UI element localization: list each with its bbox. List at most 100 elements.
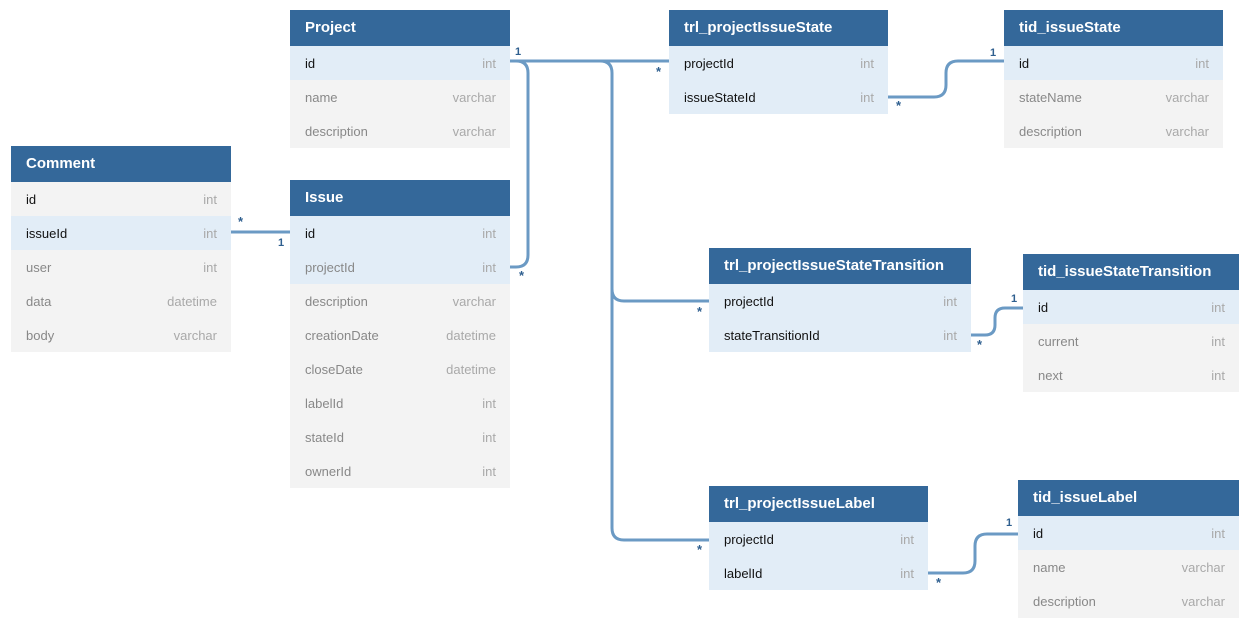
column-row[interactable]: id int — [290, 216, 510, 250]
table-tid-issue-state[interactable]: tid_issueState id int stateName varchar … — [1004, 10, 1223, 148]
table-header[interactable]: trl_projectIssueLabel — [709, 486, 928, 522]
card-issue-id: 1 — [278, 237, 284, 249]
column-row[interactable]: stateName varchar — [1004, 80, 1223, 114]
column-row[interactable]: creationDate datetime — [290, 318, 510, 352]
table-issue[interactable]: Issue id int projectId int description v… — [290, 180, 510, 488]
card-issue-projectid: * — [519, 268, 525, 283]
column-type: int — [943, 327, 957, 343]
link-issue-state[interactable] — [886, 59, 1006, 99]
column-name: next — [1038, 367, 1063, 383]
table-header[interactable]: Comment — [11, 146, 231, 182]
card-state-id: 1 — [990, 47, 996, 59]
column-row[interactable]: current int — [1023, 324, 1239, 358]
column-name: id — [1038, 299, 1049, 315]
column-row[interactable]: name varchar — [290, 80, 510, 114]
column-row[interactable]: projectId int — [290, 250, 510, 284]
table-tid-issue-label[interactable]: tid_issueLabel id int name varchar descr… — [1018, 480, 1239, 618]
column-name: description — [1033, 593, 1096, 609]
column-row[interactable]: ownerId int — [290, 454, 510, 488]
column-type: varchar — [1181, 559, 1225, 575]
column-row[interactable]: closeDate datetime — [290, 352, 510, 386]
column-name: stateName — [1019, 89, 1082, 105]
link-issue-label[interactable] — [926, 532, 1020, 575]
column-row[interactable]: projectId int — [709, 284, 971, 318]
column-name: ownerId — [305, 463, 352, 479]
card-trl-label-projectid: * — [697, 542, 703, 557]
column-name: current — [1038, 333, 1079, 349]
table-header[interactable]: tid_issueState — [1004, 10, 1223, 46]
card-trl-state-statecol: * — [896, 98, 902, 113]
column-row[interactable]: labelId int — [709, 556, 928, 590]
column-type: int — [1211, 299, 1225, 315]
card-comment-issueid: * — [238, 214, 244, 229]
column-row[interactable]: labelId int — [290, 386, 510, 420]
column-row[interactable]: data datetime — [11, 284, 231, 318]
column-type: varchar — [173, 327, 217, 343]
link-issue-state-transition[interactable] — [969, 306, 1025, 337]
column-name: issueId — [26, 225, 68, 241]
column-name: id — [1033, 525, 1044, 541]
column-type: varchar — [1165, 123, 1209, 139]
column-type: int — [482, 259, 496, 275]
column-name: description — [305, 123, 368, 139]
column-row[interactable]: projectId int — [709, 522, 928, 556]
table-header[interactable]: Project — [290, 10, 510, 46]
column-row[interactable]: description varchar — [290, 284, 510, 318]
column-row[interactable]: id int — [290, 46, 510, 80]
column-type: int — [482, 225, 496, 241]
card-label-id: 1 — [1006, 517, 1012, 529]
column-row[interactable]: issueId int — [11, 216, 231, 250]
card-project-id: 1 — [515, 46, 521, 58]
column-type: int — [860, 55, 874, 71]
table-trl-project-issue-state[interactable]: trl_projectIssueState projectId int issu… — [669, 10, 888, 114]
column-type: int — [900, 565, 914, 581]
column-row[interactable]: description varchar — [1018, 584, 1239, 618]
table-project[interactable]: Project id int name varchar description … — [290, 10, 510, 148]
link-project-issue[interactable] — [508, 59, 530, 269]
column-row[interactable]: name varchar — [1018, 550, 1239, 584]
column-name: closeDate — [305, 361, 363, 377]
column-row[interactable]: user int — [11, 250, 231, 284]
column-name: labelId — [305, 395, 344, 411]
table-trl-project-issue-state-transition[interactable]: trl_projectIssueStateTransition projectI… — [709, 248, 971, 352]
column-type: int — [482, 463, 496, 479]
column-name: description — [305, 293, 368, 309]
column-name: projectId — [724, 293, 774, 309]
table-tid-issue-state-transition[interactable]: tid_issueStateTransition id int current … — [1023, 254, 1239, 392]
column-name: user — [26, 259, 52, 275]
column-row[interactable]: description varchar — [1004, 114, 1223, 148]
link-project-trl-issue-label[interactable] — [610, 287, 711, 542]
column-row[interactable]: stateId int — [290, 420, 510, 454]
table-header[interactable]: trl_projectIssueState — [669, 10, 888, 46]
column-row[interactable]: id int — [1018, 516, 1239, 550]
column-row[interactable]: id int — [1023, 290, 1239, 324]
table-header[interactable]: tid_issueStateTransition — [1023, 254, 1239, 290]
column-row[interactable]: stateTransitionId int — [709, 318, 971, 352]
column-row[interactable]: projectId int — [669, 46, 888, 80]
column-row[interactable]: next int — [1023, 358, 1239, 392]
table-trl-project-issue-label[interactable]: trl_projectIssueLabel projectId int labe… — [709, 486, 928, 590]
column-name: projectId — [684, 55, 734, 71]
column-name: body — [26, 327, 55, 343]
table-comment[interactable]: Comment id int issueId int user int data… — [11, 146, 231, 352]
column-row[interactable]: id int — [11, 182, 231, 216]
column-type: int — [482, 55, 496, 71]
table-header[interactable]: Issue — [290, 180, 510, 216]
column-name: id — [305, 225, 316, 241]
column-type: int — [1211, 367, 1225, 383]
table-header[interactable]: tid_issueLabel — [1018, 480, 1239, 516]
table-header[interactable]: trl_projectIssueStateTransition — [709, 248, 971, 284]
column-row[interactable]: id int — [1004, 46, 1223, 80]
column-name: stateTransitionId — [724, 327, 820, 343]
column-type: varchar — [452, 123, 496, 139]
card-trl-transition-col: * — [977, 337, 983, 352]
column-name: id — [26, 191, 37, 207]
card-trl-label-col: * — [936, 575, 942, 590]
column-type: int — [1211, 333, 1225, 349]
column-name: creationDate — [305, 327, 379, 343]
column-name: projectId — [724, 531, 774, 547]
column-row[interactable]: description varchar — [290, 114, 510, 148]
column-type: int — [1211, 525, 1225, 541]
column-row[interactable]: issueStateId int — [669, 80, 888, 114]
column-row[interactable]: body varchar — [11, 318, 231, 352]
